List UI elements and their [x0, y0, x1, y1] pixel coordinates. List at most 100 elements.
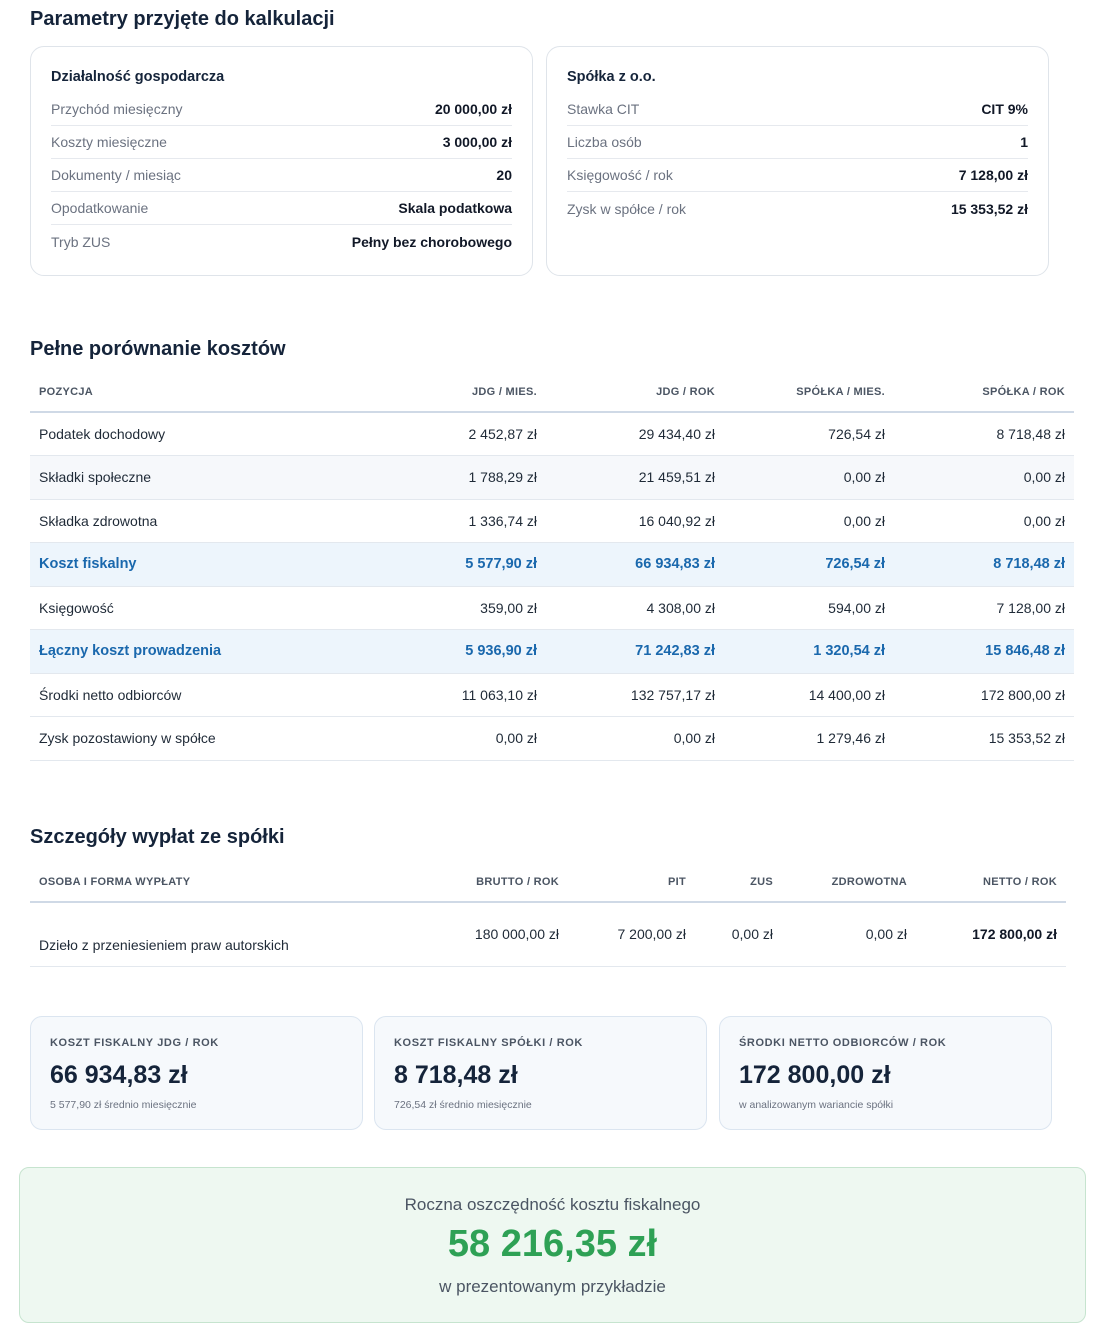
param-value: 7 128,00 zł [958, 167, 1028, 183]
table-header-row: OSOBA I FORMA WYPŁATY BRUTTO / ROK PIT Z… [30, 862, 1066, 903]
column-header: BRUTTO / ROK [410, 862, 568, 903]
summary-value: 66 934,83 zł [50, 1061, 188, 1089]
highlight-row: Łączny koszt prowadzenia 5 936,90 zł 71 … [30, 629, 1074, 674]
savings-title: Roczna oszczędność kosztu fiskalnego [404, 1195, 701, 1214]
column-header: NETTO / ROK [916, 862, 1066, 903]
row-label: Łączny koszt prowadzenia [30, 629, 366, 674]
summary-card-jdg: KOSZT FISKALNY JDG / ROK 66 934,83 zł 5 … [30, 1016, 363, 1130]
table-cell: 0,00 zł [724, 455, 894, 500]
param-label: Przychód miesięczny [51, 101, 183, 117]
param-label: Opodatkowanie [51, 200, 149, 216]
summary-card-spolka: KOSZT FISKALNY SPÓŁKI / ROK 8 718,48 zł … [374, 1016, 707, 1130]
param-label: Księgowość / rok [567, 167, 673, 183]
param-row: Dokumenty / miesiąc 20 [51, 159, 512, 192]
payouts-table: OSOBA I FORMA WYPŁATY BRUTTO / ROK PIT Z… [30, 862, 1066, 967]
jdg-params-title: Działalność gospodarcza [51, 69, 225, 85]
param-row: Liczba osób 1 [567, 126, 1028, 159]
table-cell: 4 308,00 zł [546, 586, 724, 630]
param-row: Tryb ZUS Pełny bez chorobowego [51, 225, 512, 258]
table-row: Składka zdrowotna 1 336,74 zł 16 040,92 … [30, 499, 1074, 543]
param-value: 20 [496, 167, 512, 183]
table-row: Dzieło z przeniesieniem praw autorskich … [30, 902, 1066, 967]
row-label: Podatek dochodowy [30, 412, 366, 456]
table-row: Środki netto odbiorców 11 063,10 zł 132 … [30, 673, 1074, 717]
savings-value: 58 216,35 zł [447, 1223, 658, 1265]
param-label: Zysk w spółce / rok [567, 200, 687, 217]
table-cell: 0,00 zł [695, 902, 782, 967]
column-header: ZUS [695, 862, 782, 903]
param-value: 15 353,52 zł [950, 200, 1028, 217]
table-cell: 66 934,83 zł [546, 542, 724, 587]
table-cell: 180 000,00 zł [410, 902, 568, 967]
column-header: SPÓŁKA / MIES. [724, 372, 894, 413]
highlight-row: Koszt fiskalny 5 577,90 zł 66 934,83 zł … [30, 542, 1074, 587]
param-row: Opodatkowanie Skala podatkowa [51, 192, 512, 225]
table-cell: 15 846,48 zł [894, 629, 1074, 674]
param-row: Przychód miesięczny 20 000,00 zł [51, 93, 512, 126]
savings-subtext: w prezentowanym przykładzie [439, 1277, 666, 1296]
row-label: Zysk pozostawiony w spółce [30, 716, 366, 761]
summary-value: 8 718,48 zł [394, 1061, 518, 1089]
table-header-row: POZYCJA JDG / MIES. JDG / ROK SPÓŁKA / M… [30, 372, 1074, 413]
row-label: Składka zdrowotna [30, 499, 366, 543]
summary-subtext: 726,54 zł średnio miesięcznie [394, 1099, 532, 1111]
table-cell: 0,00 zł [894, 499, 1074, 543]
param-label: Koszty miesięczne [51, 134, 167, 150]
table-cell: 11 063,10 zł [366, 673, 546, 717]
table-cell: 0,00 zł [546, 716, 724, 761]
table-cell: 0,00 zł [366, 716, 546, 761]
table-cell: 16 040,92 zł [546, 499, 724, 543]
summary-subtext: 5 577,90 zł średnio miesięcznie [50, 1099, 197, 1111]
table-cell: 359,00 zł [366, 586, 546, 630]
table-cell: 8 718,48 zł [894, 542, 1074, 587]
row-label: Składki społeczne [30, 455, 366, 500]
row-label: Środki netto odbiorców [30, 673, 366, 717]
table-cell: 172 800,00 zł [894, 673, 1074, 717]
table-cell: 29 434,40 zł [546, 412, 724, 456]
param-label: Dokumenty / miesiąc [51, 167, 181, 183]
row-label: Dzieło z przeniesieniem praw autorskich [30, 902, 410, 967]
summary-subtext: w analizowanym wariancie spółki [739, 1099, 894, 1111]
table-cell: 1 336,74 zł [366, 499, 546, 543]
table-cell: 172 800,00 zł [916, 902, 1066, 967]
summary-label: KOSZT FISKALNY SPÓŁKI / ROK [394, 1037, 583, 1049]
table-cell: 1 279,46 zł [724, 716, 894, 761]
column-header: JDG / MIES. [366, 372, 546, 413]
param-value: 20 000,00 zł [434, 101, 512, 117]
table-cell: 5 936,90 zł [366, 629, 546, 674]
param-row: Stawka CIT CIT 9% [567, 93, 1028, 126]
savings-banner: Roczna oszczędność kosztu fiskalnego 58 … [19, 1167, 1086, 1323]
param-row: Koszty miesięczne 3 000,00 zł [51, 126, 512, 159]
cost-comparison-table: POZYCJA JDG / MIES. JDG / ROK SPÓŁKA / M… [30, 372, 1074, 761]
spolka-params-card: Spółka z o.o. Stawka CIT CIT 9% Liczba os… [546, 46, 1049, 276]
table-cell: 0,00 zł [782, 902, 916, 967]
table-cell: 726,54 zł [724, 542, 894, 587]
table-cell: 15 353,52 zł [894, 716, 1074, 761]
table-cell: 5 577,90 zł [366, 542, 546, 587]
table-row: Zysk pozostawiony w spółce 0,00 zł 0,00 … [30, 716, 1074, 761]
table-row: Podatek dochodowy 2 452,87 zł 29 434,40 … [30, 412, 1074, 456]
table-cell: 1 320,54 zł [724, 629, 894, 674]
payouts-heading: Szczegóły wypłat ze spółki [30, 826, 285, 848]
param-row: Księgowość / rok 7 128,00 zł [567, 159, 1028, 192]
table-cell: 14 400,00 zł [724, 673, 894, 717]
summary-value: 172 800,00 zł [739, 1061, 891, 1089]
table-cell: 7 128,00 zł [894, 586, 1074, 630]
summary-label: ŚRODKI NETTO ODBIORCÓW / ROK [739, 1037, 947, 1049]
param-value: Pełny bez chorobowego [351, 233, 512, 250]
table-cell: 594,00 zł [724, 586, 894, 630]
table-cell: 71 242,83 zł [546, 629, 724, 674]
row-label: Koszt fiskalny [30, 542, 366, 587]
jdg-params-card: Działalność gospodarcza Przychód miesięc… [30, 46, 533, 276]
param-label: Tryb ZUS [51, 233, 111, 250]
column-header: ZDROWOTNA [782, 862, 916, 903]
summary-label: KOSZT FISKALNY JDG / ROK [50, 1037, 219, 1049]
param-label: Liczba osób [567, 134, 642, 150]
table-row: Składki społeczne 1 788,29 zł 21 459,51 … [30, 455, 1074, 500]
table-cell: 1 788,29 zł [366, 455, 546, 500]
table-cell: 8 718,48 zł [894, 412, 1074, 456]
summary-card-netto: ŚRODKI NETTO ODBIORCÓW / ROK 172 800,00 … [719, 1016, 1052, 1130]
column-header: POZYCJA [30, 372, 366, 413]
table-cell: 0,00 zł [894, 455, 1074, 500]
column-header: PIT [568, 862, 695, 903]
